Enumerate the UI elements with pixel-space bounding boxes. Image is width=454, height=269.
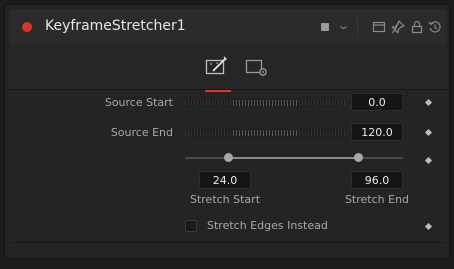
stretch-start-input[interactable]: 24.0 (199, 171, 251, 189)
color-swatch-icon[interactable] (321, 23, 329, 31)
stretch-end-handle[interactable] (354, 153, 363, 162)
node-header[interactable]: KeyframeStretcher1 ⌄ (9, 9, 447, 45)
stretch-edges-checkbox[interactable] (185, 220, 197, 232)
wand-tab-icon (205, 56, 227, 75)
source-start-input[interactable]: 0.0 (351, 93, 403, 111)
inspector-panel: KeyframeStretcher1 ⌄ Source Start 0.0 So… (4, 4, 450, 259)
stretch-edges-label[interactable]: Stretch Edges Instead (207, 219, 328, 232)
stretch-end-input[interactable]: 96.0 (351, 171, 403, 189)
source-start-slider[interactable] (185, 99, 345, 107)
pin-icon[interactable] (390, 19, 406, 35)
keyframe-diamond-icon[interactable] (424, 98, 433, 107)
source-end-slider[interactable] (185, 129, 345, 137)
settings-tab-icon (245, 59, 267, 76)
reset-icon[interactable] (427, 19, 443, 35)
bottom-divider (9, 242, 447, 243)
record-dot-icon[interactable] (22, 22, 32, 32)
source-end-label: Source End (110, 126, 173, 139)
keyframe-diamond-icon[interactable] (424, 128, 433, 137)
chevron-down-icon[interactable]: ⌄ (337, 19, 350, 32)
node-title: KeyframeStretcher1 (45, 18, 186, 34)
window-icon[interactable] (371, 19, 387, 35)
keyframe-diamond-icon[interactable] (424, 156, 433, 165)
header-divider (357, 18, 358, 36)
lock-icon[interactable] (409, 19, 425, 35)
active-tab-indicator (205, 90, 231, 92)
source-end-input[interactable]: 120.0 (351, 123, 403, 141)
stretch-start-label: Stretch Start (189, 193, 261, 206)
source-start-label: Source Start (104, 96, 173, 109)
tab-settings[interactable] (243, 55, 271, 81)
stretch-start-handle[interactable] (224, 153, 233, 162)
keyframe-diamond-icon[interactable] (424, 222, 433, 231)
tab-bar (9, 47, 447, 92)
stretch-range-active (228, 157, 358, 159)
tab-controls[interactable] (203, 55, 231, 92)
stretch-end-label: Stretch End (344, 193, 410, 206)
